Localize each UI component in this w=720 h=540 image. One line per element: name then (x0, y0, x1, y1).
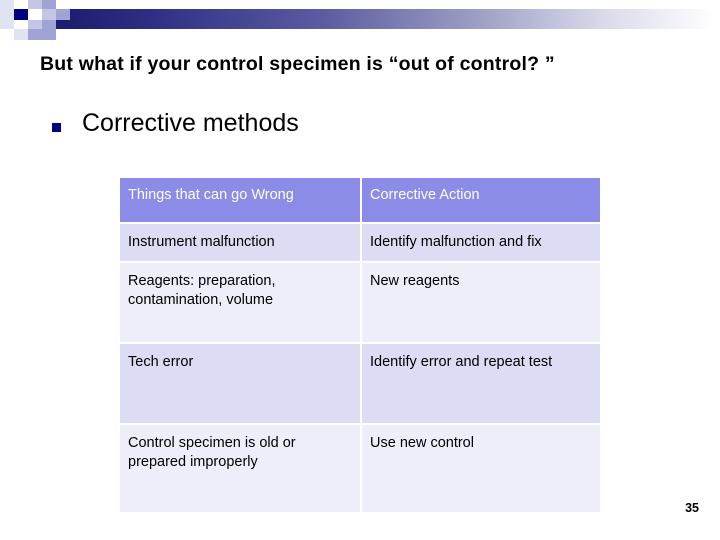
decor-square-5 (14, 9, 28, 20)
cell-problem: Tech error (120, 343, 362, 425)
column-header-action: Corrective Action (362, 178, 600, 224)
column-header-problem: Things that can go Wrong (120, 178, 362, 224)
decor-square-9 (0, 9, 14, 20)
cell-action: New reagents (362, 262, 600, 344)
corrective-methods-table: Things that can go Wrong Corrective Acti… (120, 178, 600, 514)
cell-action: Identify malfunction and fix (362, 224, 600, 263)
decor-square-14 (0, 29, 14, 40)
page-number: 35 (685, 501, 699, 515)
decor-square-8 (56, 9, 70, 20)
decorative-header-band (0, 0, 720, 44)
cell-action: Use new control (362, 424, 600, 514)
cell-problem: Instrument malfunction (120, 224, 362, 263)
table-header-row: Things that can go Wrong Corrective Acti… (120, 178, 600, 224)
cell-action: Identify error and repeat test (362, 343, 600, 425)
table-row: Instrument malfunction Identify malfunct… (120, 224, 600, 263)
cell-problem: Control specimen is old or prepared impr… (120, 424, 362, 514)
decor-square-13 (42, 20, 56, 29)
cell-problem: Reagents: preparation, contamination, vo… (120, 262, 362, 344)
decor-square-6 (28, 9, 42, 20)
decor-square-16 (42, 29, 56, 40)
bullet-heading-row: Corrective methods (52, 109, 299, 138)
decor-square-17 (28, 29, 42, 40)
decor-square-12 (28, 20, 42, 29)
decor-square-1 (0, 0, 14, 9)
bullet-heading-label: Corrective methods (82, 109, 299, 137)
table-row: Tech error Identify error and repeat tes… (120, 343, 600, 425)
decor-square-11 (14, 20, 28, 29)
decor-square-10 (0, 20, 14, 29)
decor-square-4 (14, 0, 28, 9)
decor-square-3 (42, 0, 56, 9)
gradient-bar (0, 9, 720, 29)
page-title: But what if your control specimen is “ou… (40, 53, 555, 75)
square-bullet-icon (52, 122, 61, 132)
table-row: Control specimen is old or prepared impr… (120, 424, 600, 514)
decor-square-7 (42, 9, 56, 20)
table-row: Reagents: preparation, contamination, vo… (120, 262, 600, 344)
decor-square-2 (28, 0, 42, 9)
decor-square-15 (14, 29, 28, 40)
